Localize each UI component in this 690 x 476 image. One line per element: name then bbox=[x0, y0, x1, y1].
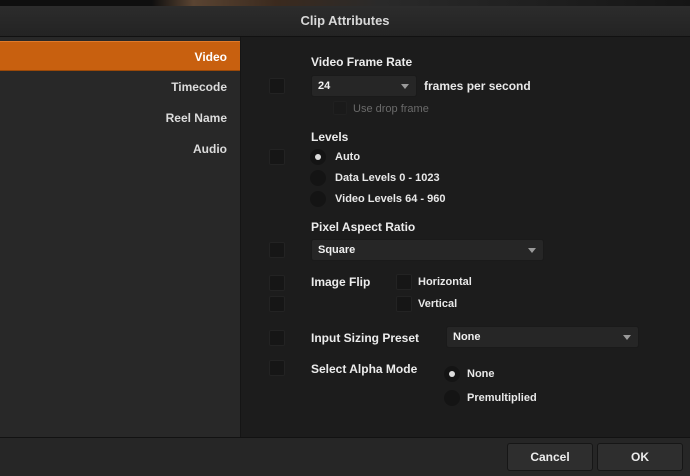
alpha-none-radio[interactable] bbox=[444, 366, 460, 382]
input-sizing-preset-select[interactable]: None bbox=[446, 326, 639, 348]
flip-vertical-checkbox[interactable] bbox=[396, 296, 412, 312]
levels-auto-label: Auto bbox=[335, 151, 361, 163]
use-drop-frame-label: Use drop frame bbox=[353, 103, 429, 115]
alpha-none-label: None bbox=[467, 368, 495, 380]
video-frame-rate-heading: Video Frame Rate bbox=[311, 55, 413, 69]
levels-data-radio[interactable] bbox=[310, 170, 326, 186]
sidebar-item-label: Video bbox=[194, 50, 227, 64]
video-frame-rate-enable-checkbox[interactable] bbox=[269, 78, 285, 94]
alpha-premultiplied-label: Premultiplied bbox=[467, 392, 537, 404]
chevron-down-icon bbox=[401, 84, 409, 89]
sidebar-item-label: Audio bbox=[193, 142, 227, 156]
levels-video-radio[interactable] bbox=[310, 191, 326, 207]
levels-auto-radio[interactable] bbox=[310, 149, 326, 165]
frames-per-second-label: frames per second bbox=[424, 79, 531, 93]
radio-selected-dot bbox=[315, 154, 321, 160]
cancel-button[interactable]: Cancel bbox=[507, 443, 593, 471]
pixel-aspect-enable-checkbox[interactable] bbox=[269, 242, 285, 258]
alpha-premultiplied-radio[interactable] bbox=[444, 390, 460, 406]
levels-data-label: Data Levels 0 - 1023 bbox=[335, 172, 440, 184]
use-drop-frame-checkbox[interactable] bbox=[333, 101, 347, 115]
dialog-footer: Cancel OK bbox=[0, 437, 690, 476]
select-alpha-mode-heading: Select Alpha Mode bbox=[311, 362, 418, 376]
image-flip-heading: Image Flip bbox=[311, 275, 371, 289]
pixel-aspect-ratio-heading: Pixel Aspect Ratio bbox=[311, 220, 416, 234]
sidebar: Video Timecode Reel Name Audio bbox=[0, 37, 241, 437]
sidebar-item-timecode[interactable]: Timecode bbox=[0, 72, 240, 102]
levels-enable-checkbox[interactable] bbox=[269, 149, 285, 165]
input-sizing-preset-heading: Input Sizing Preset bbox=[311, 331, 420, 345]
levels-video-label: Video Levels 64 - 960 bbox=[335, 193, 446, 205]
pixel-aspect-ratio-select[interactable]: Square bbox=[311, 239, 544, 261]
flip-vertical-label: Vertical bbox=[418, 298, 458, 310]
sidebar-item-label: Reel Name bbox=[165, 111, 227, 125]
dialog-title: Clip Attributes bbox=[0, 6, 690, 37]
radio-selected-dot bbox=[449, 371, 455, 377]
frame-rate-value: 24 bbox=[318, 80, 331, 92]
image-flip-vertical-enable-checkbox[interactable] bbox=[269, 296, 285, 312]
settings-panel: Video Frame Rate 24 frames per second Us… bbox=[241, 37, 690, 437]
pixel-aspect-ratio-value: Square bbox=[318, 244, 356, 256]
alpha-mode-enable-checkbox[interactable] bbox=[269, 360, 285, 376]
chevron-down-icon bbox=[528, 248, 536, 253]
input-sizing-enable-checkbox[interactable] bbox=[269, 330, 285, 346]
frame-rate-select[interactable]: 24 bbox=[311, 75, 417, 97]
levels-heading: Levels bbox=[311, 130, 349, 144]
flip-horizontal-checkbox[interactable] bbox=[396, 274, 412, 290]
sidebar-item-video[interactable]: Video bbox=[0, 41, 240, 71]
flip-horizontal-label: Horizontal bbox=[418, 276, 472, 288]
input-sizing-preset-value: None bbox=[453, 331, 481, 343]
sidebar-item-reel-name[interactable]: Reel Name bbox=[0, 103, 240, 133]
chevron-down-icon bbox=[623, 335, 631, 340]
image-flip-enable-checkbox[interactable] bbox=[269, 275, 285, 291]
sidebar-item-audio[interactable]: Audio bbox=[0, 134, 240, 164]
ok-button[interactable]: OK bbox=[597, 443, 683, 471]
sidebar-item-label: Timecode bbox=[171, 80, 227, 94]
